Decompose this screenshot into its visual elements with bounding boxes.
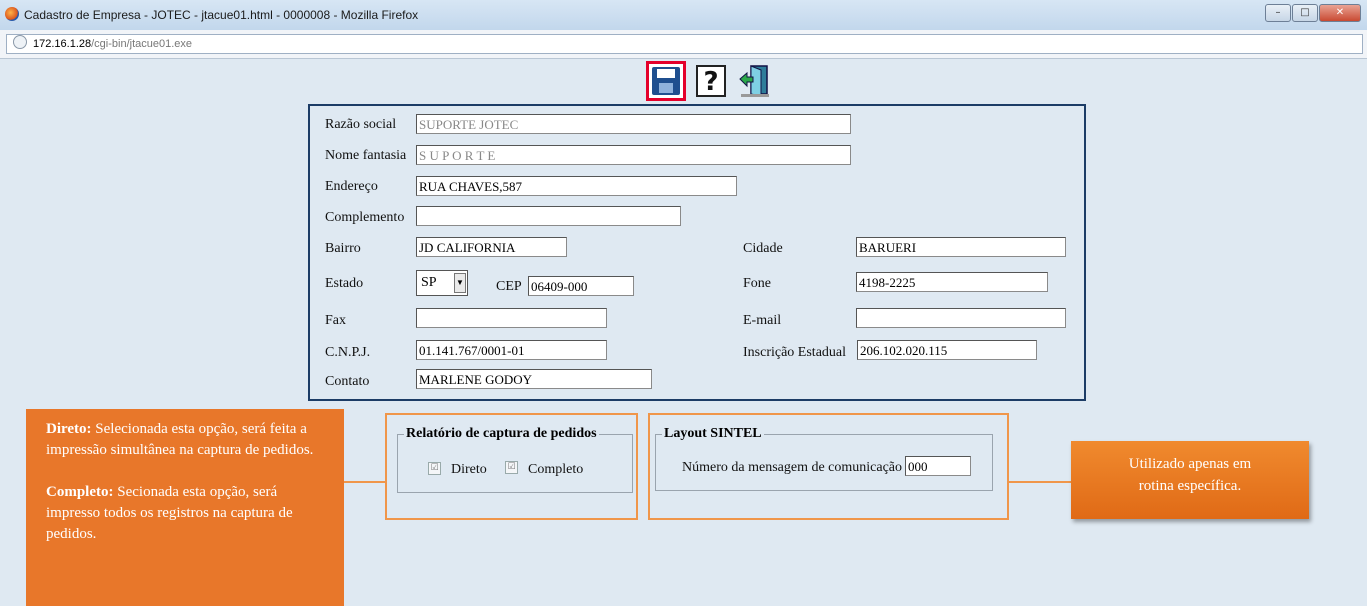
right-connector [1009,481,1071,483]
exit-button[interactable] [736,62,774,100]
sintel-explanation: Utilizado apenas em rotina específica. [1128,456,1252,494]
cep-label: CEP [496,279,522,294]
address-bar: 172.16.1.28/cgi-bin/jtacue01.exe [0,30,1367,59]
inscricao-field[interactable]: 206.102.020.115 [857,340,1037,360]
window-title: Cadastro de Empresa - JOTEC - jtacue01.h… [24,8,419,22]
close-icon[interactable]: ✕ [1319,4,1361,22]
fone-field[interactable]: 4198-2225 [856,272,1048,292]
left-connector [344,481,385,483]
complemento-label: Complemento [325,210,405,225]
complemento-field[interactable] [416,206,681,226]
endereco-label: Endereço [325,179,378,194]
chevron-down-icon[interactable]: ▼ [454,273,466,293]
bairro-label: Bairro [325,241,361,256]
window-titlebar: Cadastro de Empresa - JOTEC - jtacue01.h… [0,0,1367,31]
email-field[interactable] [856,308,1066,328]
bairro-field[interactable]: JD CALIFORNIA [416,237,567,257]
fax-label: Fax [325,313,346,328]
info-callout-right: Utilizado apenas em rotina específica. [1071,441,1309,519]
cnpj-label: C.N.P.J. [325,345,371,360]
exit-door-icon [739,65,769,97]
estado-label: Estado [325,276,364,291]
maximize-icon[interactable]: □ [1292,4,1318,22]
direto-explanation: Direto: Selecionada esta opção, será fei… [46,419,332,461]
help-button[interactable]: ? [692,62,730,100]
direto-checkbox[interactable]: ☑ [428,462,441,475]
razao-social-field[interactable]: SUPORTE JOTEC [416,114,851,134]
firefox-icon [5,7,19,21]
inscricao-label: Inscrição Estadual [743,345,847,360]
cep-field[interactable]: 06409-000 [528,276,634,296]
completo-checkbox[interactable]: ☑ [505,461,518,474]
completo-explanation: Completo: Secionada esta opção, será imp… [46,482,332,545]
nome-fantasia-field[interactable]: S U P O R T E [416,145,851,165]
save-disk-icon [652,67,680,95]
url-path: /cgi-bin/jtacue01.exe [91,38,193,50]
save-button[interactable] [646,61,686,101]
cidade-field[interactable]: BARUERI [856,237,1066,257]
estado-value: SP [421,275,437,290]
relatorio-legend: Relatório de captura de pedidos [404,426,599,442]
globe-icon [13,35,27,49]
mensagem-label: Número da mensagem de comunicação [682,460,903,475]
contato-label: Contato [325,374,370,389]
endereco-field[interactable]: RUA CHAVES,587 [416,176,737,196]
cidade-label: Cidade [743,241,783,256]
razao-social-label: Razão social [325,117,397,132]
contato-field[interactable]: MARLENE GODOY [416,369,652,389]
minimize-icon[interactable]: – [1265,4,1291,22]
url-host: 172.16.1.28 [33,38,92,50]
fone-label: Fone [743,276,771,291]
help-icon: ? [696,65,726,97]
direto-label: Direto [451,462,487,477]
completo-label: Completo [528,462,584,477]
cnpj-field[interactable]: 01.141.767/0001-01 [416,340,607,360]
fax-field[interactable] [416,308,607,328]
info-callout-left: Direto: Selecionada esta opção, será fei… [26,409,344,606]
action-toolbar: ? [646,61,774,101]
mensagem-field[interactable]: 000 [905,456,971,476]
url-input[interactable]: 172.16.1.28/cgi-bin/jtacue01.exe [6,34,1363,54]
sintel-legend: Layout SINTEL [662,426,764,442]
nome-fantasia-label: Nome fantasia [325,148,407,163]
estado-select[interactable]: SP ▼ [416,270,468,296]
completo-title: Completo: [46,484,114,500]
window-controls: – □ ✕ [1265,4,1361,22]
email-label: E-mail [743,313,782,328]
direto-title: Direto: [46,421,92,437]
